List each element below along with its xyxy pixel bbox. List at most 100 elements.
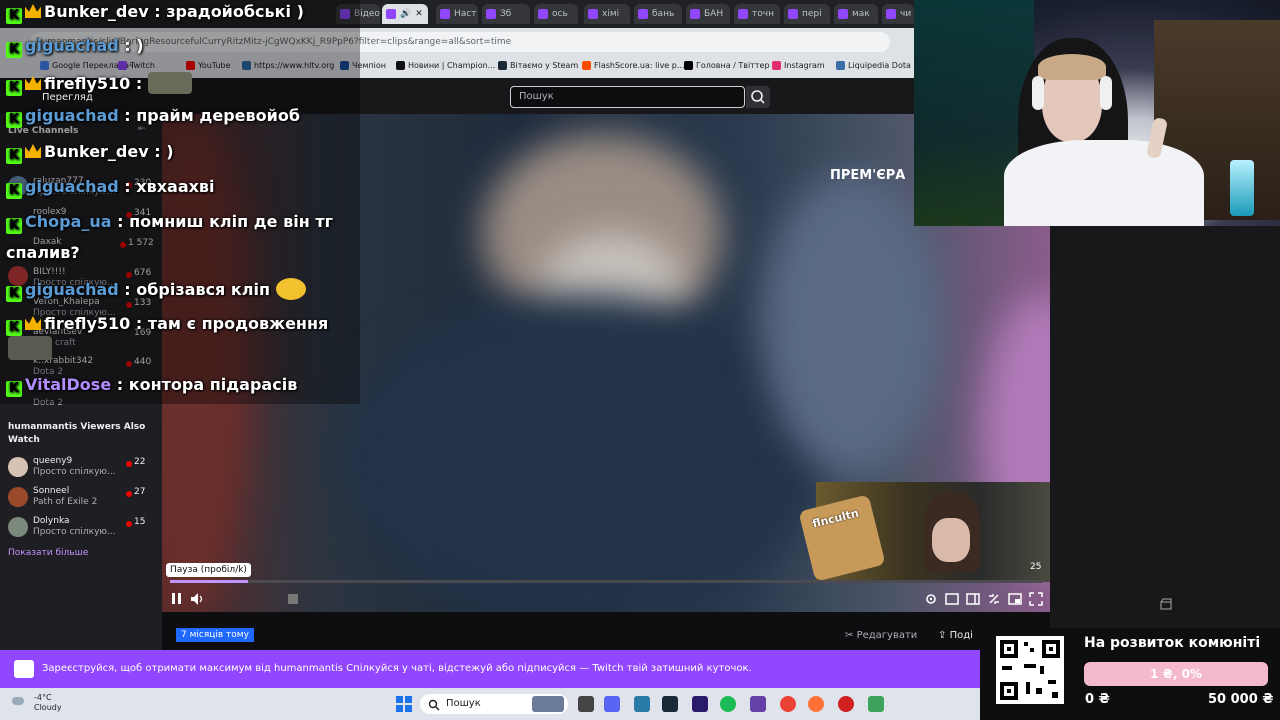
tab-label: пері	[802, 9, 822, 19]
clip-marker-icon	[288, 594, 298, 604]
chat-text: : там є продовження	[135, 314, 329, 333]
twitch-studio-icon[interactable]	[750, 696, 766, 712]
twitch-favicon-icon	[588, 9, 598, 19]
chat-text: : зрадойобські )	[154, 2, 304, 21]
browser-tab[interactable]: БАН	[686, 4, 730, 24]
player-controls	[162, 588, 1050, 612]
chat-text: : обрізався кліп	[124, 280, 271, 299]
premiere-label: ПРЕМ'ЄРА	[830, 168, 906, 183]
avatar	[8, 487, 28, 507]
browser-tab[interactable]: мак	[834, 4, 878, 24]
browse-label[interactable]: Перегляд	[42, 92, 93, 103]
sidebar-channel-name[interactable]: Sonneel	[33, 486, 69, 496]
donation-title: На розвиток комюніті	[1084, 635, 1261, 651]
show-more-link[interactable]: Показати більше	[8, 548, 88, 558]
headphones-left	[1032, 76, 1044, 110]
twitch-favicon-icon	[690, 9, 700, 19]
twitch-favicon-icon	[738, 9, 748, 19]
browser-tab[interactable]: бань	[634, 4, 682, 24]
weather-widget[interactable]: -4°C Cloudy	[8, 693, 62, 713]
search-button[interactable]	[746, 86, 770, 108]
theatre-mode-icon[interactable]	[945, 592, 959, 606]
tab-label: чи	[900, 9, 912, 19]
bookmark-item[interactable]: Вітаємо у Steam	[498, 61, 578, 70]
browser-tab[interactable]: хімі	[584, 4, 630, 24]
weather-temp: -4°C	[34, 693, 52, 702]
kick-badge-icon: K	[6, 148, 22, 164]
browser-tab-active[interactable]: 🔊 ✕	[382, 4, 428, 24]
notepad-icon[interactable]	[868, 696, 884, 712]
chat-message: K Bunker_dev : )	[6, 142, 174, 164]
spotify-icon[interactable]	[720, 696, 736, 712]
share-label: Поді	[949, 630, 973, 641]
windows-start-icon[interactable]	[396, 696, 412, 712]
chat-message: Kgiguachad : прайм деревойоб	[6, 106, 300, 128]
progress-track[interactable]	[170, 580, 1042, 583]
cloud-icon	[12, 697, 24, 705]
share-button[interactable]: ⇪ Поді	[938, 630, 973, 641]
browser-tab[interactable]: пері	[784, 4, 830, 24]
streamer-hair	[1038, 54, 1106, 80]
weather-desc: Cloudy	[34, 703, 62, 712]
fullscreen-icon[interactable]	[1029, 592, 1043, 606]
browser-tab[interactable]: чи	[882, 4, 914, 24]
twitch-favicon-icon	[386, 9, 396, 19]
speaker-icon: 🔊	[400, 9, 412, 19]
discord-icon[interactable]	[604, 696, 620, 712]
task-view-icon[interactable]	[578, 696, 594, 712]
sidebar-channel-category: Просто спілкую...	[33, 527, 116, 537]
search-input[interactable]: Пошук	[510, 86, 745, 108]
edit-label: Редагувати	[856, 630, 918, 641]
sidebar-toggle-icon[interactable]	[966, 592, 980, 606]
duck-emote-icon	[276, 278, 307, 300]
streamer-cam-inset: flncultn 25	[798, 482, 1050, 582]
close-tab-icon[interactable]: ✕	[415, 9, 423, 19]
chat-message: Kfirefly510 :	[6, 72, 193, 96]
browser-tab[interactable]: ось	[534, 4, 578, 24]
sidebar-channel-name[interactable]: queeny9	[33, 456, 72, 466]
tab-label: бань	[652, 9, 675, 19]
browser-tab[interactable]: Зб	[482, 4, 530, 24]
chrome-icon[interactable]	[780, 696, 796, 712]
firefox-icon[interactable]	[808, 696, 824, 712]
bookmark-item[interactable]: Liquipedia Dota 2...	[836, 61, 926, 70]
edit-button[interactable]: ✂ Редагувати	[845, 630, 917, 641]
picture-in-picture-icon[interactable]	[1008, 592, 1022, 606]
browser-tab[interactable]: Наст	[436, 4, 478, 24]
tab-label: Наст	[454, 9, 477, 19]
volume-icon[interactable]	[190, 592, 204, 606]
bookmark-label: Instagram	[784, 61, 825, 70]
telegram-icon[interactable]	[634, 696, 650, 712]
crown-badge-icon	[25, 76, 41, 90]
bookmark-item[interactable]: Instagram	[772, 61, 825, 70]
donation-progress-text: 1 ₴, 0%	[1150, 667, 1202, 681]
app-icon[interactable]	[838, 696, 854, 712]
champion-news-icon	[396, 61, 405, 70]
streamer-face	[932, 518, 970, 562]
video-frame-body	[342, 294, 822, 614]
chat-text: спалив?	[6, 243, 80, 262]
bookmark-item[interactable]: Новини | Champion...	[396, 61, 495, 70]
chat-message-continued: спалив?	[6, 243, 80, 262]
browser-tab[interactable]: точн	[734, 4, 780, 24]
bookmark-label: Новини | Champion...	[408, 61, 496, 70]
tab-label: мак	[852, 9, 870, 19]
live-dot-icon	[126, 521, 132, 527]
settings-gear-icon[interactable]	[924, 592, 938, 606]
sidebar-channel-name[interactable]: Dolynka	[33, 516, 70, 526]
cat-emote-icon	[148, 72, 193, 94]
twitch-favicon-icon	[838, 9, 848, 19]
premiere-pro-icon[interactable]	[692, 696, 708, 712]
kick-badge-icon: K	[6, 80, 22, 96]
bookmark-item[interactable]: Головна / Твіттер	[684, 61, 770, 70]
tab-label: БАН	[704, 9, 724, 19]
pause-icon[interactable]	[170, 592, 184, 606]
chat-message: Kgiguachad : хвхаахві	[6, 177, 215, 199]
steam-icon[interactable]	[662, 696, 678, 712]
chat-username: firefly510	[44, 314, 131, 333]
bookmark-item[interactable]: FlashScore.ua: live p...	[582, 61, 684, 70]
clip-icon[interactable]	[987, 592, 1001, 606]
chat-overlay: K Bunker_dev : зрадойобські ) Kgiguachad …	[0, 0, 360, 404]
kick-badge-icon: K	[6, 320, 22, 336]
right-panel	[1050, 226, 1280, 650]
